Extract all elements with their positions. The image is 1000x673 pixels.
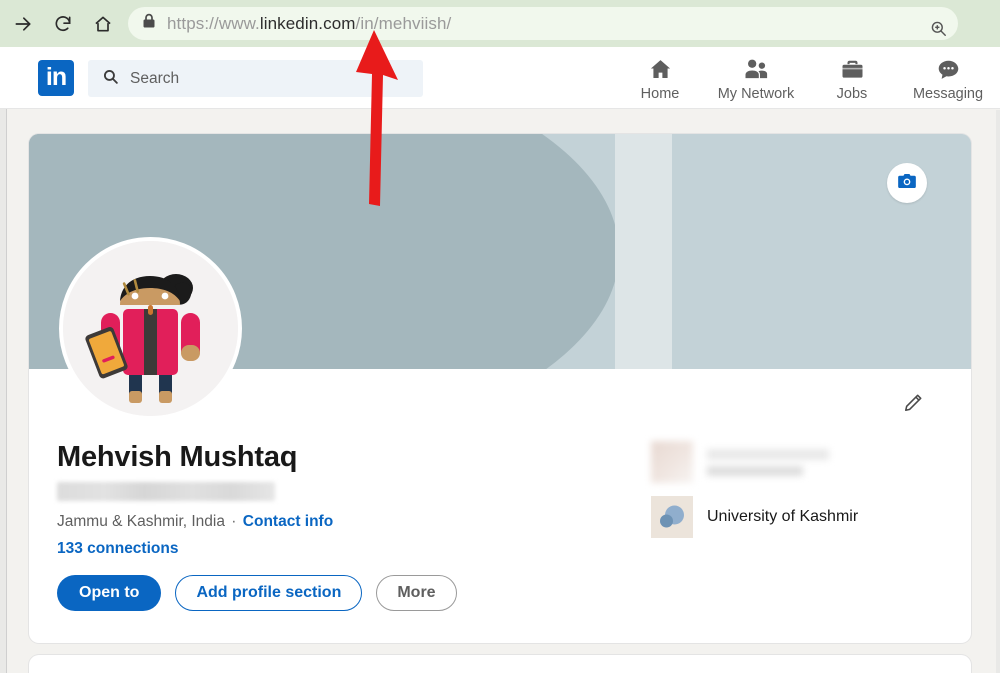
lock-icon [142, 13, 156, 34]
forward-icon[interactable] [6, 7, 40, 41]
nav-label-home: Home [640, 86, 680, 102]
profile-card: Mehvish Mushtaq Jammu & Kashmir, India ·… [29, 134, 971, 643]
nav-item-jobs[interactable]: Jobs [804, 50, 900, 102]
search-icon [102, 68, 119, 90]
edit-intro-button[interactable] [898, 390, 928, 420]
browser-toolbar: https://www.linkedin.com/in/mehviish/ [0, 0, 1000, 47]
profile-location-row: Jammu & Kashmir, India · Contact info [57, 513, 617, 531]
nav-label-jobs: Jobs [836, 86, 868, 102]
nav-label-my-network: My Network [717, 86, 795, 102]
profile-headline-redacted [57, 482, 275, 501]
cover-light-band [615, 134, 672, 369]
briefcase-icon [840, 56, 865, 82]
page-left-edge [0, 47, 7, 673]
university-circles-logo-icon [651, 496, 693, 538]
profile-actions: Open to Add profile section More [57, 575, 457, 611]
profile-side-entries: University of Kashmir [651, 439, 951, 540]
nav-items: Home My Network Jobs Messaging [612, 50, 1000, 102]
avatar[interactable] [59, 237, 242, 420]
zoom-in-icon[interactable] [929, 19, 948, 43]
entry-education[interactable]: University of Kashmir [651, 494, 951, 540]
connections-link[interactable]: 133 connections [57, 540, 617, 558]
pencil-icon [902, 392, 924, 419]
add-profile-section-button[interactable]: Add profile section [175, 575, 363, 611]
entry-company-redacted[interactable] [651, 439, 951, 485]
page-title: Mehvish Mushtaq [57, 441, 298, 473]
reload-icon[interactable] [46, 7, 80, 41]
search-placeholder: Search [130, 69, 180, 87]
search-input[interactable]: Search [88, 60, 423, 97]
nav-item-home[interactable]: Home [612, 50, 708, 102]
url-text: https://www.linkedin.com/in/mehviish/ [167, 13, 452, 33]
education-label: University of Kashmir [707, 508, 859, 525]
blurred-company-logo-icon [651, 441, 693, 483]
next-section-card [29, 655, 971, 673]
open-to-button[interactable]: Open to [57, 575, 162, 611]
more-button[interactable]: More [376, 575, 457, 611]
nav-item-notifications[interactable]: N [996, 50, 1000, 102]
nav-item-my-network[interactable]: My Network [708, 50, 804, 102]
profile-info: Mehvish Mushtaq Jammu & Kashmir, India ·… [57, 441, 617, 558]
android-character-avatar [63, 241, 238, 416]
page-right-edge [996, 110, 1000, 673]
address-bar[interactable]: https://www.linkedin.com/in/mehviish/ [128, 7, 958, 40]
home-icon [648, 56, 673, 82]
edit-cover-photo-button[interactable] [887, 163, 927, 203]
chat-bubble-icon [936, 56, 961, 82]
nav-item-messaging[interactable]: Messaging [900, 50, 996, 102]
people-icon [743, 56, 770, 82]
blurred-company-text [707, 448, 829, 476]
profile-location: Jammu & Kashmir, India [57, 513, 225, 530]
separator: · [231, 513, 237, 530]
nav-label-messaging: Messaging [912, 86, 984, 102]
contact-info-link[interactable]: Contact info [243, 513, 333, 530]
cover-right-panel [672, 134, 971, 369]
linkedin-logo[interactable]: in [38, 60, 74, 96]
camera-icon [897, 172, 917, 195]
screenshot-root: https://www.linkedin.com/in/mehviish/ in… [0, 0, 1000, 673]
home-icon[interactable] [86, 7, 120, 41]
